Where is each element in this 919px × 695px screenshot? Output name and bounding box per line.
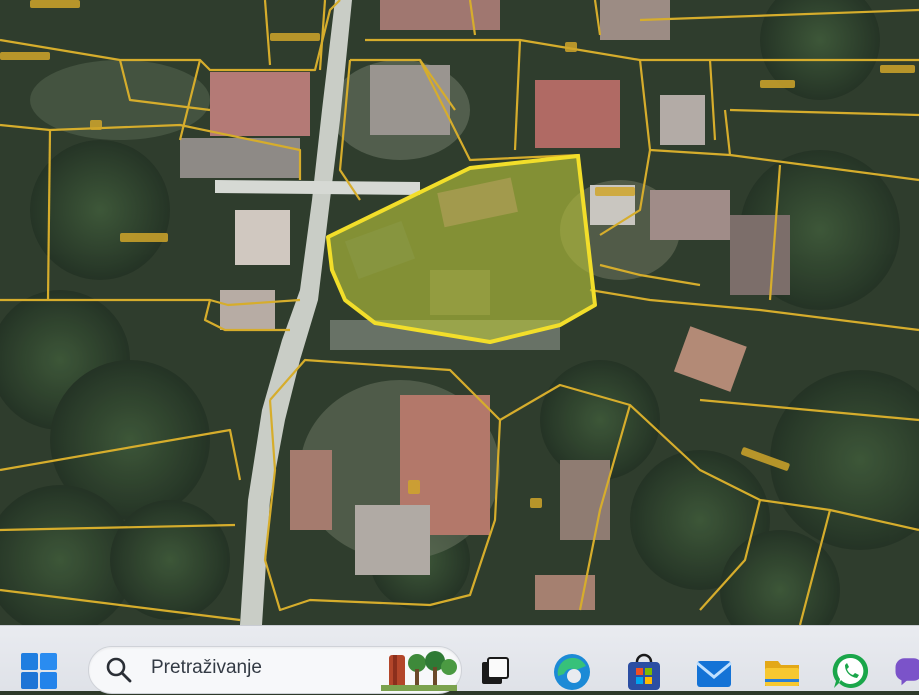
- mail-icon[interactable]: [692, 650, 736, 694]
- map-canvas: [0, 0, 919, 625]
- windows-start-icon[interactable]: [18, 650, 60, 692]
- side-road: [215, 180, 420, 195]
- taskbar-search-box[interactable]: Pretraživanje: [88, 646, 462, 694]
- viber-icon[interactable]: [894, 648, 919, 694]
- search-placeholder: Pretraživanje: [151, 657, 262, 679]
- whatsapp-icon[interactable]: [828, 648, 874, 694]
- search-icon: [105, 656, 133, 688]
- file-explorer-icon[interactable]: [760, 650, 804, 694]
- windows-taskbar: Pretraživanje: [0, 625, 919, 691]
- task-view-icon[interactable]: [478, 654, 512, 688]
- trees-illustration: [381, 649, 457, 695]
- satellite-map-view[interactable]: [0, 0, 919, 625]
- microsoft-store-icon[interactable]: [622, 650, 666, 694]
- edge-browser-icon[interactable]: [550, 650, 594, 694]
